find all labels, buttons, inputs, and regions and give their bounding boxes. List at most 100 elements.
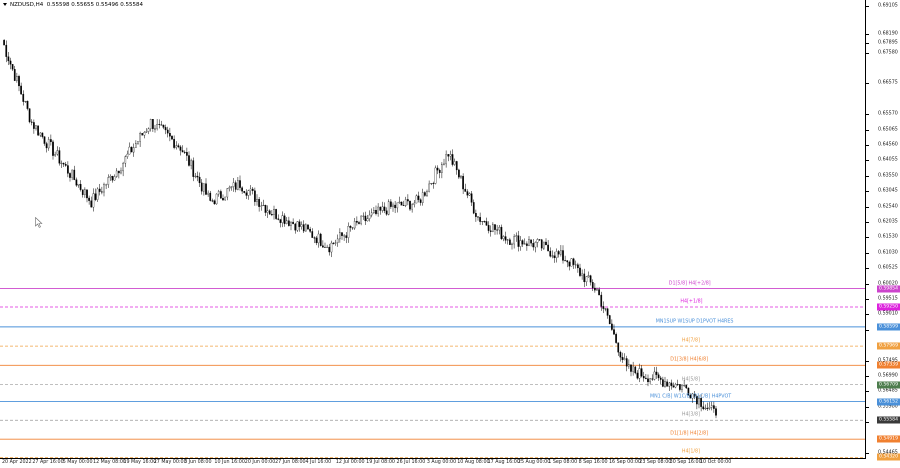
candle-body xyxy=(166,129,169,134)
candle-body xyxy=(351,227,354,229)
candle-body xyxy=(602,306,605,309)
candle-body xyxy=(504,236,507,241)
candle-body xyxy=(11,64,14,70)
candle-body xyxy=(207,192,209,195)
candle-body xyxy=(22,93,25,102)
price-tick-mark xyxy=(866,129,869,131)
candle-body xyxy=(545,241,547,246)
candle-body xyxy=(30,121,33,123)
price-tick-mark xyxy=(866,144,869,146)
price-tick-label: 0.59010 xyxy=(878,311,898,317)
level-label: D1[5/8] H4[+2/8] xyxy=(668,281,711,287)
candle-body xyxy=(443,163,445,165)
time-axis[interactable]: 20 Apr 2022 27 Apr 16:00 5 May 00:00 12 May… xyxy=(0,459,866,468)
price-tag: 0.54320 xyxy=(877,453,900,461)
price-tick-mark xyxy=(866,83,869,85)
candle-body xyxy=(377,206,379,214)
price-tick-mark xyxy=(866,453,869,455)
candle-body xyxy=(394,204,396,209)
time-tick-label: 20 Apr 2022 xyxy=(2,460,32,465)
candle-body xyxy=(619,352,622,358)
chart-window[interactable]: NZDUSD,H4 0.55598 0.55655 0.55496 0.5558… xyxy=(0,0,900,468)
level-label: D1[1/8] H4[2/8] xyxy=(670,431,709,437)
candle-body xyxy=(343,235,345,237)
candle-body xyxy=(492,224,494,232)
candle-body xyxy=(611,323,613,330)
candle-body xyxy=(177,145,180,148)
candle-body xyxy=(424,192,426,196)
candle-body xyxy=(653,371,656,380)
dropdown-triangle-icon[interactable] xyxy=(3,3,7,6)
price-tick-label: 0.61030 xyxy=(878,250,898,256)
candle-body xyxy=(3,39,5,46)
candle-body xyxy=(385,210,388,215)
candle-body xyxy=(392,204,394,207)
candle-body xyxy=(649,378,651,383)
candle-body xyxy=(445,154,447,165)
candle-body xyxy=(264,204,267,213)
candle-body xyxy=(710,405,713,408)
candle-body xyxy=(528,239,530,246)
candle-body xyxy=(94,193,97,200)
candle-body xyxy=(118,170,120,174)
candle-body xyxy=(143,132,146,136)
candle-body xyxy=(196,175,199,178)
price-axis[interactable]: 0.69105 0.68190 0.67895 0.67580 0.66575 0.655… xyxy=(866,0,900,461)
candle-body xyxy=(75,179,78,186)
price-tick-label: 0.55980 xyxy=(878,404,898,410)
candle-body xyxy=(519,240,522,247)
candle-body xyxy=(124,156,127,164)
price-tick-mark xyxy=(866,329,869,331)
candle-body xyxy=(224,196,226,201)
candle-body xyxy=(704,407,707,410)
candle-body xyxy=(296,221,299,231)
candle-body xyxy=(436,167,439,171)
candle-body xyxy=(266,210,269,213)
candle-body xyxy=(498,226,501,231)
candle-body xyxy=(311,231,314,238)
candle-body xyxy=(302,224,305,232)
candle-body xyxy=(198,176,201,184)
candle-body xyxy=(77,183,80,186)
candle-body xyxy=(472,202,475,214)
price-tag: 0.57969 xyxy=(877,342,900,350)
time-tick-label: 19 Jul 08:00 xyxy=(366,460,395,465)
price-tag: 0.59854 xyxy=(877,285,900,293)
candle-body xyxy=(679,384,681,390)
time-tick-label: 25 Aug 00:00 xyxy=(517,460,551,465)
plot-area[interactable]: NZDUSD,H4 0.55598 0.55655 0.55496 0.5558… xyxy=(0,0,866,459)
price-tick-label: 0.60525 xyxy=(878,265,898,271)
time-tick-label: 30 Sep 16:00 xyxy=(669,460,702,465)
price-tick-label: 0.56485 xyxy=(878,388,898,394)
symbol-header: NZDUSD,H4 0.55598 0.55655 0.55496 0.5558… xyxy=(3,2,143,8)
candle-body xyxy=(570,258,573,267)
candle-body xyxy=(366,218,369,222)
candle-body xyxy=(530,239,532,244)
price-tick-mark xyxy=(866,52,869,54)
candle-body xyxy=(183,151,186,153)
candle-body xyxy=(7,56,10,62)
time-tick-label: 17 Aug 16:00 xyxy=(487,460,520,465)
candle-body xyxy=(47,139,50,149)
candle-body xyxy=(132,147,135,153)
candle-body xyxy=(651,378,654,380)
level-label: H4[3/8] xyxy=(681,412,700,418)
candle-body xyxy=(506,239,509,241)
price-tick-label: 0.64055 xyxy=(878,157,898,163)
candle-body xyxy=(175,145,178,148)
candle-body xyxy=(676,384,679,386)
candle-body xyxy=(279,219,282,223)
price-tick-label: 0.62035 xyxy=(878,219,898,225)
candle-body xyxy=(190,160,192,166)
candle-body xyxy=(368,214,371,219)
price-chart[interactable] xyxy=(0,0,866,459)
candle-body xyxy=(657,374,660,379)
candle-body xyxy=(438,170,441,173)
level-label: D1[3/8] H4[6/8] xyxy=(670,357,709,363)
time-tick-label: 8 Sep 16:00 xyxy=(578,460,608,465)
candle-body xyxy=(33,122,35,129)
candle-body xyxy=(460,175,462,178)
candle-body xyxy=(496,229,498,231)
candle-body xyxy=(309,228,311,232)
price-tick-mark xyxy=(866,222,869,224)
